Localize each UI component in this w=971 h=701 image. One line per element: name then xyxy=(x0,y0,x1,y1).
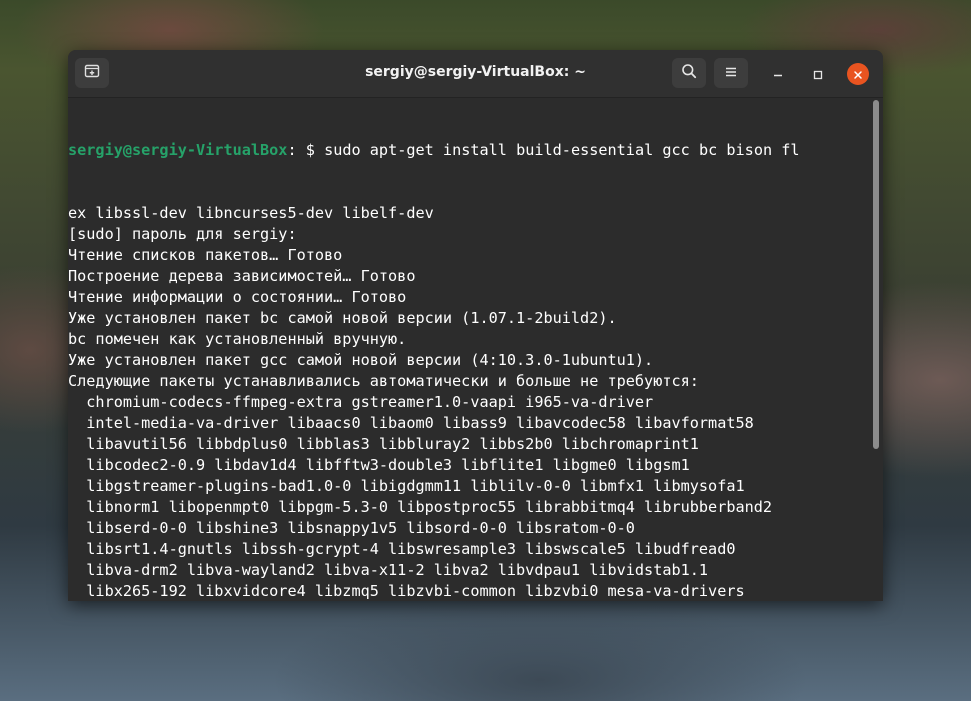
title-bar[interactable]: sergiy@sergiy-VirtualBox: ~ xyxy=(68,50,883,98)
output-line: ex libssl-dev libncurses5-dev libelf-dev xyxy=(68,204,434,222)
minimize-icon xyxy=(773,65,783,84)
output-line: Чтение информации о состоянии… Готово xyxy=(68,288,407,306)
command-text: sudo apt-get install build-essential gcc… xyxy=(324,141,800,159)
search-icon xyxy=(681,63,697,83)
output-line: Уже установлен пакет bc самой новой верс… xyxy=(68,309,617,327)
hamburger-menu-icon xyxy=(724,64,738,83)
output-lines: ex libssl-dev libncurses5-dev libelf-dev… xyxy=(68,203,880,601)
minimize-button[interactable] xyxy=(767,63,789,85)
prompt-user-host: sergiy@sergiy-VirtualBox xyxy=(68,141,288,159)
window-title: sergiy@sergiy-VirtualBox: ~ xyxy=(365,64,586,80)
output-line: libnorm1 libopenmpt0 libpgm-5.3-0 libpos… xyxy=(68,498,773,516)
menu-button[interactable] xyxy=(714,58,748,88)
output-line: bc помечен как установленный вручную. xyxy=(68,330,407,348)
close-button[interactable] xyxy=(847,63,869,85)
output-line: chromium-codecs-ffmpeg-extra gstreamer1.… xyxy=(68,393,654,411)
output-line: Уже установлен пакет gcc самой новой вер… xyxy=(68,351,654,369)
close-icon xyxy=(853,65,863,84)
prompt-path xyxy=(297,141,306,159)
scrollbar[interactable] xyxy=(873,100,879,449)
output-line: intel-media-va-driver libaacs0 libaom0 l… xyxy=(68,414,754,432)
output-line: libgstreamer-plugins-bad1.0-0 libigdgmm1… xyxy=(68,477,745,495)
terminal-output[interactable]: sergiy@sergiy-VirtualBox: $ sudo apt-get… xyxy=(68,98,880,601)
output-line: libx265-192 libxvidcore4 libzmq5 libzvbi… xyxy=(68,582,745,600)
output-line: Следующие пакеты устанавливались автомат… xyxy=(68,372,699,390)
prompt-symbol: $ xyxy=(305,141,325,159)
maximize-icon xyxy=(813,65,823,84)
maximize-button[interactable] xyxy=(807,63,829,85)
output-line: Построение дерева зависимостей… Готово xyxy=(68,267,416,285)
output-line: libva-drm2 libva-wayland2 libva-x11-2 li… xyxy=(68,561,709,579)
output-line: [sudo] пароль для sergiy: xyxy=(68,225,297,243)
output-line: libsrt1.4-gnutls libssh-gcrypt-4 libswre… xyxy=(68,540,736,558)
output-line: libavutil56 libbdplus0 libblas3 libblura… xyxy=(68,435,699,453)
output-line: libcodec2-0.9 libdav1d4 libfftw3-double3… xyxy=(68,456,690,474)
command-line: sergiy@sergiy-VirtualBox: $ sudo apt-get… xyxy=(68,140,880,161)
output-line: Чтение списков пакетов… Готово xyxy=(68,246,343,264)
search-button[interactable] xyxy=(672,58,706,88)
prompt-separator: : xyxy=(287,141,297,159)
terminal-window[interactable]: sergiy@sergiy-VirtualBox: ~ sergiy@sergi… xyxy=(68,50,883,601)
output-line: libserd-0-0 libshine3 libsnappy1v5 libso… xyxy=(68,519,635,537)
